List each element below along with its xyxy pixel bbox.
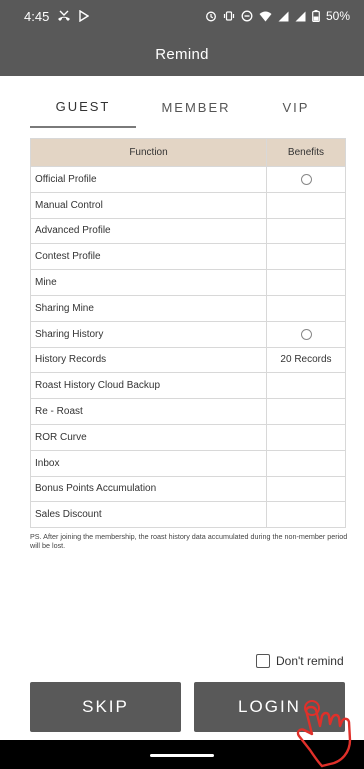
function-cell: Mine [30, 269, 267, 296]
header: Remind [0, 32, 364, 76]
table-row: Sharing History [30, 320, 346, 348]
benefit-cell [266, 320, 346, 348]
tab-bar: GUEST MEMBER VIP [0, 86, 364, 128]
function-cell: History Records [30, 346, 267, 374]
benefit-cell [266, 423, 346, 451]
page-title: Remind [155, 45, 209, 63]
function-cell: Advanced Profile [30, 217, 267, 245]
function-cell: ROR Curve [30, 423, 267, 451]
dont-remind-checkbox[interactable] [256, 654, 270, 668]
function-cell: Sharing History [30, 320, 267, 348]
membership-note: PS. After joining the membership, the ro… [30, 532, 348, 550]
circle-icon [300, 173, 312, 185]
table-body: Official Profile Manual Control Advanced P… [30, 166, 346, 529]
function-cell: Re - Roast [30, 398, 267, 425]
function-cell: Manual Control [30, 191, 267, 219]
benefit-cell [266, 166, 346, 193]
signal-icon [295, 11, 306, 22]
circle-icon [300, 328, 312, 340]
benefit-cell [266, 191, 346, 219]
alarm-icon [205, 10, 217, 22]
play-store-icon [79, 10, 90, 22]
table-row: Roast History Cloud Backup [30, 372, 346, 400]
table-row: ROR Curve [30, 423, 346, 451]
benefit-cell [266, 372, 346, 400]
status-time: 4:45 [24, 8, 50, 24]
benefit-cell [266, 475, 346, 503]
benefits-table-container: Function Benefits Official Profile Manual… [30, 138, 346, 529]
status-left: 4:45 [24, 8, 90, 24]
benefit-cell [266, 243, 346, 271]
benefit-cell [266, 398, 346, 425]
table-row: Mine [30, 269, 346, 296]
function-cell: Inbox [30, 449, 267, 477]
function-cell: Sharing Mine [30, 294, 267, 322]
status-right: 50% [205, 9, 350, 23]
table-header-row: Function Benefits [30, 138, 346, 167]
tab-vip[interactable]: VIP [256, 86, 336, 128]
dont-remind-option[interactable]: Don't remind [256, 654, 344, 668]
table-row: Manual Control [30, 191, 346, 219]
table-row: Sales Discount [30, 501, 346, 529]
table-row: Official Profile [30, 166, 346, 193]
table-row: Re - Roast [30, 398, 346, 425]
function-cell: Bonus Points Accumulation [30, 475, 267, 503]
column-header-benefits: Benefits [266, 138, 346, 167]
function-cell: Sales Discount [30, 501, 267, 529]
benefit-cell: 20 Records [266, 346, 346, 374]
tab-guest[interactable]: GUEST [30, 86, 136, 128]
signal-icon [278, 11, 289, 22]
dnd-icon [241, 10, 253, 22]
login-button[interactable]: LOGIN [194, 682, 345, 732]
table-row: Advanced Profile [30, 217, 346, 245]
function-cell: Official Profile [30, 166, 267, 193]
dont-remind-label: Don't remind [276, 654, 344, 668]
benefit-cell [266, 449, 346, 477]
benefit-cell [266, 294, 346, 322]
benefit-cell [266, 269, 346, 296]
table-row: Contest Profile [30, 243, 346, 271]
table-row: Inbox [30, 449, 346, 477]
table-row: History Records 20 Records [30, 346, 346, 374]
home-handle[interactable] [150, 754, 214, 757]
navigation-bar [0, 740, 364, 769]
status-bar: 4:45 50% [0, 0, 364, 32]
benefits-table: Function Benefits Official Profile Manual… [30, 138, 346, 529]
battery-percent: 50% [325, 9, 350, 23]
benefit-cell [266, 501, 346, 529]
table-row: Bonus Points Accumulation [30, 475, 346, 503]
column-header-function: Function [30, 138, 267, 167]
missed-call-icon [57, 10, 71, 22]
benefit-cell [266, 217, 346, 245]
tab-member[interactable]: MEMBER [146, 86, 246, 128]
table-row: Sharing Mine [30, 294, 346, 322]
function-cell: Contest Profile [30, 243, 267, 271]
wifi-icon [259, 11, 272, 22]
skip-button[interactable]: SKIP [30, 682, 181, 732]
vibrate-icon [223, 10, 235, 22]
function-cell: Roast History Cloud Backup [30, 372, 267, 400]
battery-icon [312, 10, 320, 22]
